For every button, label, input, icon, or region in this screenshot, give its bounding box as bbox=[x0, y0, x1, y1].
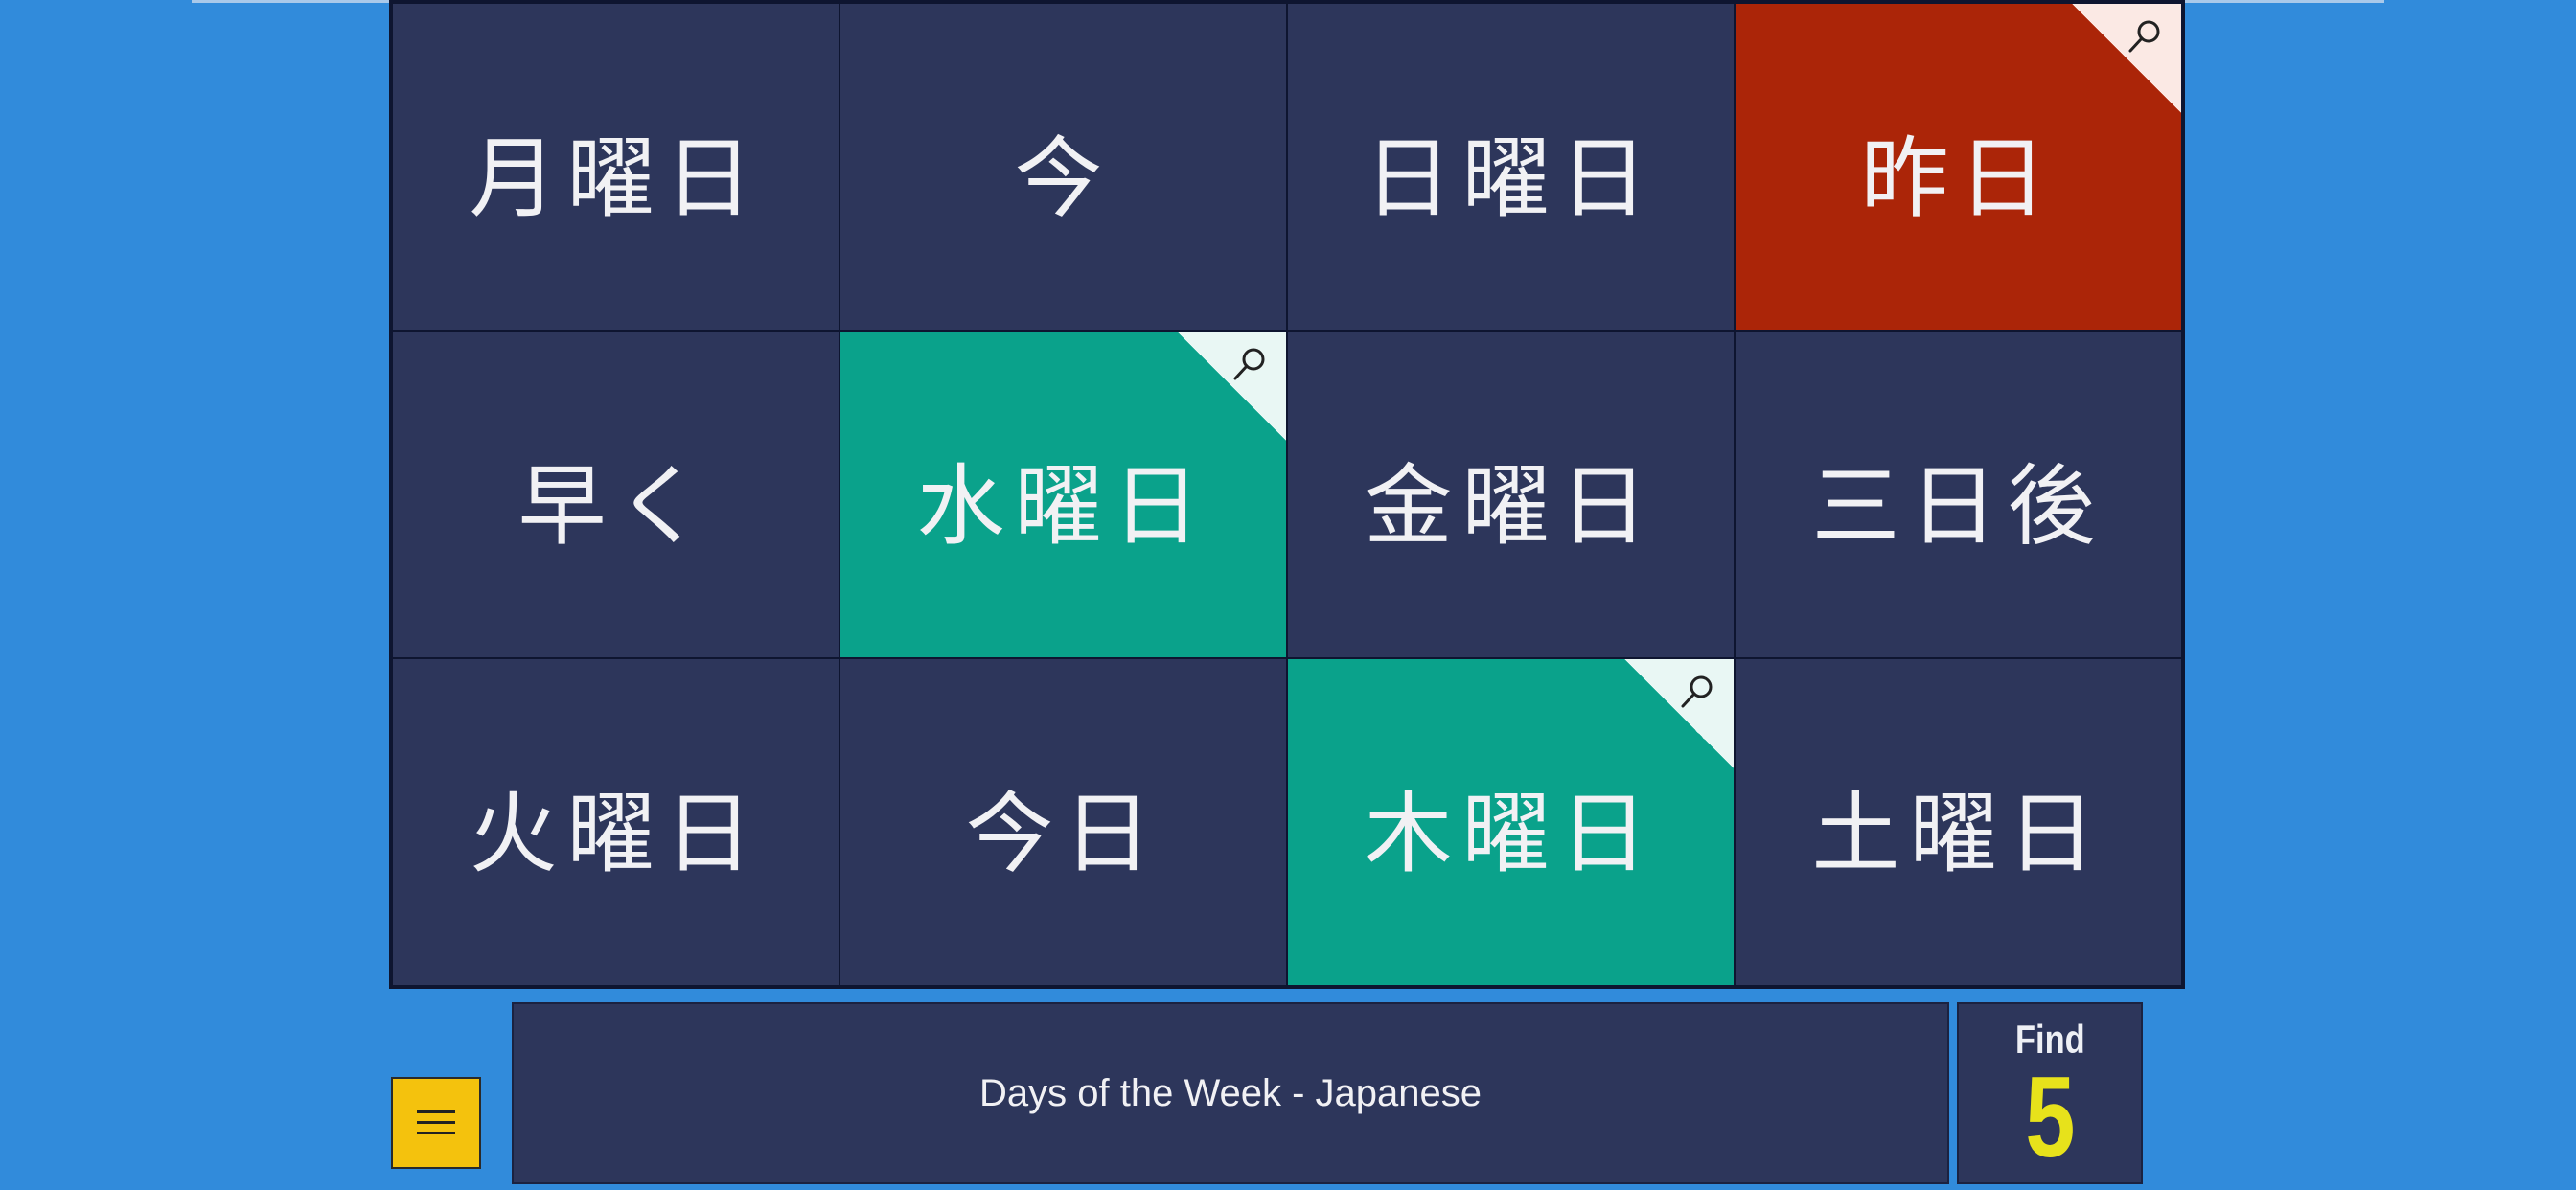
tile[interactable]: 今 bbox=[840, 4, 1286, 330]
tile-label: 土曜日 bbox=[1811, 782, 2105, 885]
tile-label: 火曜日 bbox=[469, 782, 763, 885]
tile-label: 三日後 bbox=[1811, 454, 2105, 558]
corner-flag bbox=[1624, 659, 1734, 768]
tile-label: 今日 bbox=[965, 782, 1162, 885]
corner-flag bbox=[1177, 332, 1286, 441]
tile[interactable]: 金曜日 bbox=[1288, 332, 1734, 657]
tile-label: 早く bbox=[518, 454, 714, 558]
find-count: 5 bbox=[2024, 1053, 2076, 1181]
tile[interactable]: 昨日 bbox=[1736, 4, 2181, 330]
find-counter: Find 5 bbox=[1957, 1002, 2143, 1184]
tile[interactable]: 日曜日 bbox=[1288, 4, 1734, 330]
tile[interactable]: 土曜日 bbox=[1736, 659, 2181, 985]
corner-flag bbox=[2072, 4, 2181, 113]
tile[interactable]: 火曜日 bbox=[393, 659, 839, 985]
tile-label: 昨日 bbox=[1860, 126, 2057, 230]
bottom-bar: Days of the Week - Japanese Find 5 bbox=[389, 998, 2143, 1186]
tile[interactable]: 三日後 bbox=[1736, 332, 2181, 657]
tile-label: 今 bbox=[1014, 126, 1113, 230]
menu-button[interactable] bbox=[391, 1077, 481, 1169]
tile-grid: 月曜日 今 日曜日 昨日 早く 水曜日 金曜日 三日後 火曜日 今日 木曜日 土… bbox=[389, 0, 2185, 989]
tile-label: 水曜日 bbox=[916, 454, 1210, 558]
tile-label: 木曜日 bbox=[1364, 782, 1658, 885]
tile[interactable]: 今日 bbox=[840, 659, 1286, 985]
magnifier-icon bbox=[1233, 348, 1265, 380]
tile[interactable]: 早く bbox=[393, 332, 839, 657]
tile-label: 日曜日 bbox=[1364, 126, 1658, 230]
tile[interactable]: 水曜日 bbox=[840, 332, 1286, 657]
magnifier-icon bbox=[2128, 20, 2160, 53]
magnifier-icon bbox=[1681, 675, 1713, 708]
game-title: Days of the Week - Japanese bbox=[979, 1071, 1482, 1114]
title-panel: Days of the Week - Japanese bbox=[512, 1002, 1949, 1184]
tile-label: 月曜日 bbox=[469, 126, 763, 230]
hamburger-menu-icon bbox=[417, 1110, 455, 1134]
tile[interactable]: 木曜日 bbox=[1288, 659, 1734, 985]
tile-label: 金曜日 bbox=[1364, 454, 1658, 558]
tile[interactable]: 月曜日 bbox=[393, 4, 839, 330]
